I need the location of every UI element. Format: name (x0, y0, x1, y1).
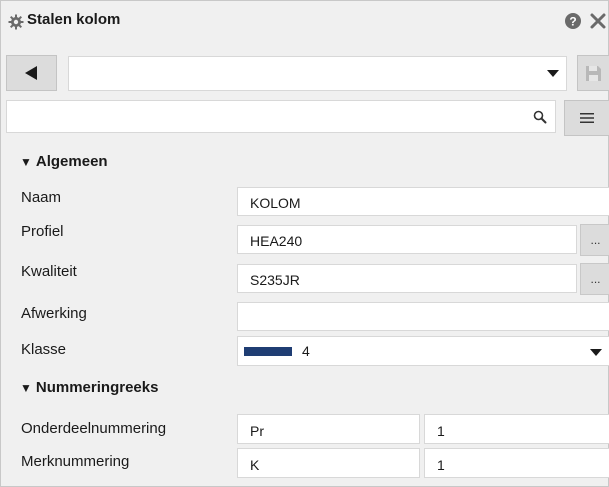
assembly-prefix-field (237, 448, 420, 478)
triangle-left-icon (25, 66, 37, 80)
finish-label: Afwerking (21, 305, 87, 322)
close-icon[interactable] (589, 12, 607, 30)
help-icon[interactable]: ? (564, 12, 582, 30)
name-label: Naam (21, 189, 62, 206)
svg-text:?: ? (569, 15, 576, 29)
save-icon (586, 66, 601, 81)
property-search-box (6, 100, 556, 133)
assembly-start-input[interactable] (435, 454, 604, 476)
section-general-header[interactable]: ▼ Algemeen (1, 153, 108, 177)
part-numbering-label: Onderdeelnummering (21, 420, 167, 437)
class-color-swatch (244, 347, 292, 356)
section-numbering-header[interactable]: ▼ Nummeringreeks (1, 379, 158, 403)
gear-icon (8, 14, 24, 30)
profile-browse-button[interactable]: ... (580, 224, 609, 256)
window-title: Stalen kolom (27, 11, 121, 28)
profile-label: Profiel (21, 223, 64, 240)
part-prefix-input[interactable] (248, 420, 413, 442)
finish-input[interactable] (248, 307, 604, 329)
part-start-input[interactable] (435, 420, 604, 442)
search-input[interactable] (11, 105, 515, 130)
profile-field (237, 225, 577, 254)
finish-field (237, 302, 609, 331)
triangle-down-icon: ▼ (20, 381, 32, 395)
section-general-title: Algemeen (35, 153, 108, 170)
chevron-down-icon (590, 349, 602, 356)
profile-input[interactable] (248, 230, 570, 252)
assembly-prefix-input[interactable] (248, 454, 413, 476)
triangle-down-icon: ▼ (20, 155, 32, 169)
steel-column-properties-panel: Stalen kolom ? ▼ Algemeen Naam KOLOM Pro… (0, 0, 609, 487)
preset-select[interactable] (68, 56, 567, 91)
name-input[interactable] (248, 192, 604, 214)
save-preset-button[interactable] (577, 55, 609, 91)
search-icon[interactable] (533, 110, 547, 124)
title-bar: Stalen kolom ? (1, 1, 608, 41)
class-select[interactable]: 4 (237, 336, 609, 366)
material-input[interactable] (248, 269, 570, 291)
material-browse-button[interactable]: ... (580, 263, 609, 295)
class-label: Klasse (21, 341, 67, 358)
section-numbering-title: Nummeringreeks (35, 379, 159, 396)
back-button[interactable] (6, 55, 57, 91)
class-value: 4 (302, 343, 310, 359)
material-field (237, 264, 577, 293)
assembly-numbering-label: Merknummering (21, 453, 130, 470)
hamburger-menu-icon (580, 113, 594, 123)
assembly-start-field (424, 448, 609, 478)
material-label: Kwaliteit (21, 263, 77, 280)
part-prefix-field (237, 414, 420, 444)
chevron-down-icon (547, 70, 559, 77)
name-field (237, 187, 609, 216)
options-menu-button[interactable] (564, 100, 609, 136)
part-start-field (424, 414, 609, 444)
